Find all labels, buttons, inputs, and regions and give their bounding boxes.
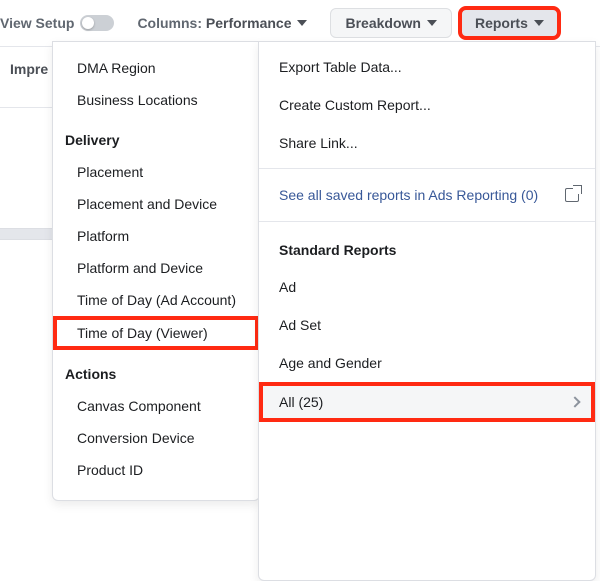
view-setup-toggle[interactable]: View Setup (0, 15, 114, 31)
toolbar: View Setup Columns: Performance Breakdow… (0, 0, 600, 47)
menu-item-canvas-component[interactable]: Canvas Component (53, 390, 259, 422)
chevron-down-icon (427, 20, 437, 26)
menu-item-report-ad[interactable]: Ad (259, 268, 595, 306)
menu-item-platform-device[interactable]: Platform and Device (53, 252, 259, 284)
reports-menu: Export Table Data... Create Custom Repor… (258, 41, 596, 581)
menu-item-report-adset[interactable]: Ad Set (259, 306, 595, 344)
toggle-icon[interactable] (80, 15, 114, 31)
menu-item-tod-viewer[interactable]: Time of Day (Viewer) (53, 316, 259, 350)
menu-item-saved-reports[interactable]: See all saved reports in Ads Reporting (… (259, 175, 595, 215)
menu-item-product-id[interactable]: Product ID (53, 454, 259, 486)
external-link-icon (565, 188, 579, 202)
breakdown-dropdown[interactable]: Breakdown (330, 8, 451, 38)
divider (259, 168, 595, 169)
menu-item-report-all[interactable]: All (25) (259, 382, 595, 422)
menu-item-report-age-gender[interactable]: Age and Gender (259, 344, 595, 382)
menu-item-placement-device[interactable]: Placement and Device (53, 188, 259, 220)
reports-dropdown[interactable]: Reports (460, 8, 559, 38)
menu-item-export-table[interactable]: Export Table Data... (259, 48, 595, 86)
menu-item-share-link[interactable]: Share Link... (259, 124, 595, 162)
menu-section-delivery: Delivery (53, 116, 259, 156)
chevron-right-icon (569, 396, 580, 407)
columns-menu: DMA Region Business Locations Delivery P… (52, 41, 260, 501)
menu-item-placement[interactable]: Placement (53, 156, 259, 188)
divider (259, 221, 595, 222)
chevron-down-icon (534, 20, 544, 26)
standard-reports-header: Standard Reports (259, 228, 595, 268)
menu-item-business-locations[interactable]: Business Locations (53, 84, 259, 116)
menu-item-tod-account[interactable]: Time of Day (Ad Account) (53, 284, 259, 316)
menu-item-platform[interactable]: Platform (53, 220, 259, 252)
view-setup-label: View Setup (0, 15, 74, 31)
menu-item-create-report[interactable]: Create Custom Report... (259, 86, 595, 124)
menu-section-actions: Actions (53, 350, 259, 390)
menu-item-dma-region[interactable]: DMA Region (53, 52, 259, 84)
columns-dropdown[interactable]: Columns: Performance (122, 8, 322, 38)
menu-item-conversion-device[interactable]: Conversion Device (53, 422, 259, 454)
chevron-down-icon (297, 20, 307, 26)
